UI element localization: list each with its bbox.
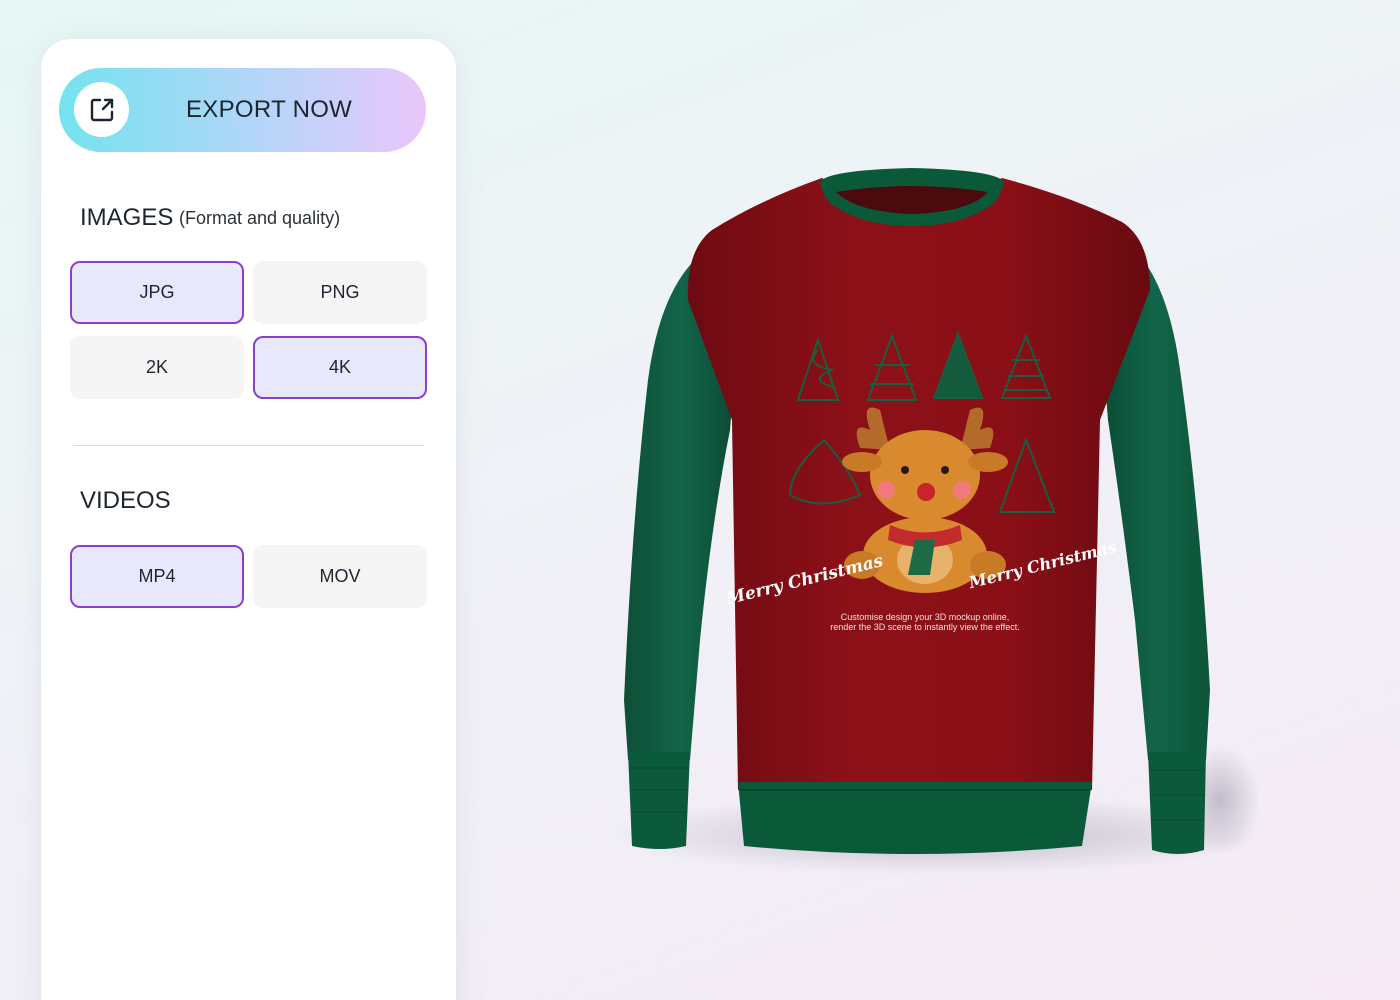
export-icon-circle [74, 82, 129, 137]
mockup-preview: Merry Christmas Merry Christmas Customis… [480, 0, 1400, 1000]
export-now-button[interactable]: EXPORT NOW [59, 68, 426, 152]
quality-4k-option[interactable]: 4K [253, 336, 427, 399]
mockup-caption-line1: Customise design your 3D mockup online, [841, 612, 1010, 622]
mockup-caption-line2: render the 3D scene to instantly view th… [830, 622, 1019, 632]
quality-2k-option[interactable]: 2K [70, 336, 244, 399]
format-png-label: PNG [320, 282, 360, 302]
left-cuff [628, 752, 690, 849]
format-jpg-label: JPG [139, 282, 175, 302]
images-section-title: IMAGES [80, 204, 174, 231]
video-mov-label: MOV [319, 566, 361, 586]
waist-band [738, 782, 1092, 854]
section-divider [73, 445, 424, 446]
external-link-icon [90, 98, 113, 121]
video-mp4-label: MP4 [138, 566, 176, 586]
quality-2k-label: 2K [145, 357, 169, 377]
videos-section-title: VIDEOS [80, 487, 171, 514]
format-jpg-option[interactable]: JPG [70, 261, 244, 324]
sweater-mockup: Merry Christmas Merry Christmas Customis… [610, 168, 1270, 875]
video-mp4-option[interactable]: MP4 [70, 545, 244, 608]
export-now-label: EXPORT NOW [186, 96, 353, 123]
video-mov-option[interactable]: MOV [253, 545, 427, 608]
images-section-subtitle: (Format and quality) [179, 208, 341, 228]
format-png-option[interactable]: PNG [253, 261, 427, 324]
right-cuff [1148, 752, 1206, 854]
export-panel: EXPORT NOW IMAGES (Format and quality) J… [41, 39, 456, 1000]
quality-4k-label: 4K [328, 357, 352, 377]
